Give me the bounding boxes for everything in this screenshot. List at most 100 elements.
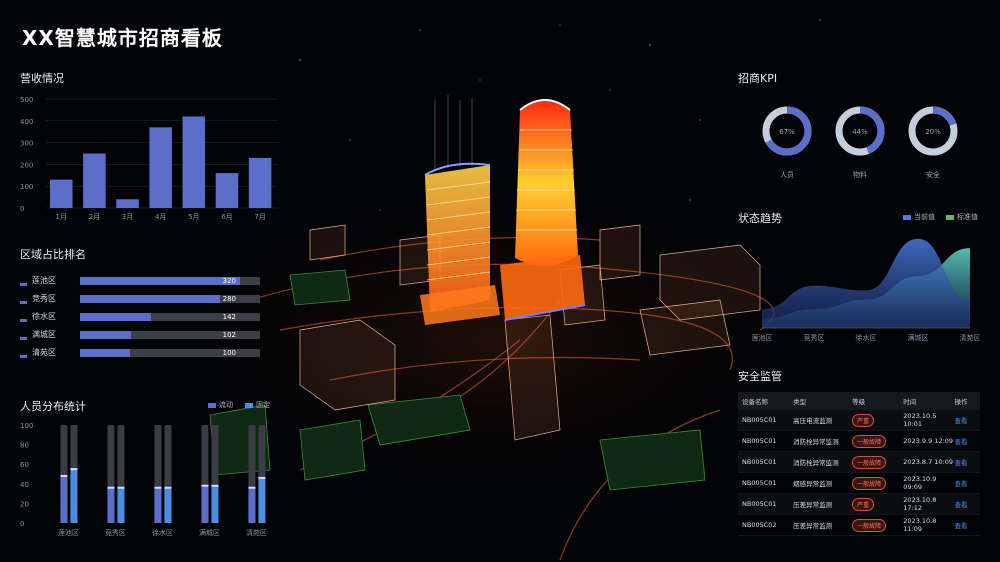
cell-device: NB005C01 [742,500,777,508]
x-tick-label: 7月 [254,213,265,221]
rank-fill [80,295,220,303]
legend-label: 流动 [219,401,233,409]
level-badge: 一般故障 [852,476,887,490]
rank-fill [80,349,130,357]
rank-fill [80,277,240,285]
x-tick-label: 2月 [89,213,100,221]
level-badge: 一般故障 [852,434,887,448]
kpi-value: 44% [852,128,868,136]
rank-name: 清苑区 [32,348,56,357]
table-row: NB005C01 高压电流监测 严重 2023.10.5 10:01 查看 [738,410,980,431]
x-tick-label: 徐水区 [152,528,173,537]
rank-track: 100 [80,349,260,357]
rank-track: 280 [80,295,260,303]
cell-device: NB005C02 [742,521,777,529]
rank-name: 满城区 [32,330,56,339]
bar [49,179,73,208]
rank-fill [80,313,151,321]
view-link[interactable]: 查看 [954,438,967,446]
x-tick-label: 5月 [188,213,199,221]
bar-cap [117,486,125,489]
trend-legend-standard: 标准值 [946,212,978,222]
district-rank-title: 区域占比排名 [20,248,86,261]
bar-cap [211,484,219,487]
level-badge: 严重 [852,497,875,511]
rank-marker [20,301,27,304]
header-time: 时间 [903,398,917,406]
table-row: NB005C02 压差异常监测 一般故障 2023.10.8 11:09 查看 [738,515,980,536]
rank-marker [20,319,27,322]
cell-type: 压差异常监测 [793,522,833,530]
bar [211,485,219,523]
rank-name: 竞秀区 [32,294,56,303]
rank-name: 徐水区 [32,312,56,321]
y-tick-label: 100 [20,183,33,191]
y-tick-label: 40 [20,481,29,489]
rank-name: 莲池区 [32,276,56,285]
staff-legend-flow: 流动 [208,400,233,410]
rank-fill [80,331,131,339]
x-tick-label: 徐水区 [856,333,877,342]
staff-chart: 100 80 60 40 20 0 莲池区 竞秀区 徐水区 满城区 清苑区 [20,422,267,537]
table-row: NB005C01 消防栓异常监测 一般故障 2023.8.7 10:09 查看 [738,452,980,473]
x-tick-label: 莲池区 [58,528,79,537]
kpi-title: 招商KPI [738,72,778,85]
view-link[interactable]: 查看 [954,459,967,467]
area-series [762,238,970,328]
bar [117,487,125,523]
header-op: 操作 [954,398,968,406]
y-tick-label: 0 [20,520,24,528]
bar-cap [60,474,68,477]
rank-marker [20,337,27,340]
bar-cap [201,484,209,487]
cell-time: 2023.10.8 17:12 [903,496,937,512]
view-link[interactable]: 查看 [954,417,967,425]
legend-swatch [946,214,954,220]
legend-swatch [903,214,911,220]
bar [215,173,239,208]
view-link[interactable]: 查看 [954,522,967,530]
bar [201,485,209,523]
cell-device: NB005C01 [742,416,777,424]
bar [164,487,172,523]
cell-device: NB005C01 [742,437,777,445]
kpi-label: 安全 [926,170,940,179]
x-tick-label: 竞秀区 [804,333,825,342]
revenue-title: 营收情况 [20,72,64,85]
y-tick-label: 100 [20,422,33,430]
level-badge: 严重 [852,413,875,427]
legend-swatch [208,402,216,408]
rank-track: 320 [80,277,260,285]
bar [182,116,206,208]
legend-label: 当前值 [914,213,935,221]
table-row: NB005C01 烟感异常监测 一般故障 2023.10.9 09:09 查看 [738,473,980,494]
rank-marker [20,283,27,286]
bar-cap [107,486,115,489]
kpi-rings: 67% 人员 44% 物料 20% 安全 [762,106,958,179]
x-tick-label: 4月 [155,213,166,221]
bar-cap [258,476,266,479]
bar [248,487,256,523]
x-tick-label: 满城区 [199,528,220,537]
kpi-value: 20% [925,128,941,136]
table-row: NB005C01 消防栓异常监测 一般故障 2023.9.9 12:09 查看 [738,431,980,452]
page-title: XX智慧城市招商看板 [22,26,223,50]
y-tick-label: 300 [20,140,33,148]
kpi-label: 人员 [780,171,794,179]
legend-label: 固定 [256,401,270,409]
bar [107,487,115,523]
cell-device: NB005C01 [742,458,777,466]
y-tick-label: 20 [20,500,29,508]
bar [258,477,266,523]
cell-time: 2023.9.9 12:09 [903,437,954,445]
bar [70,469,78,523]
header-type: 类型 [793,398,807,406]
safety-table: 设备名称 类型 等级 时间 操作 NB005C01 高压电流监测 严重 2023.10… [738,392,980,536]
x-tick-label: 清苑区 [960,333,981,342]
rank-row: 莲池区 320 [20,275,260,287]
cell-type: 烟感异常监测 [793,480,833,488]
tower-left [420,95,500,325]
level-badge: 一般故障 [852,518,887,532]
view-link[interactable]: 查看 [954,480,967,488]
view-link[interactable]: 查看 [954,501,967,509]
